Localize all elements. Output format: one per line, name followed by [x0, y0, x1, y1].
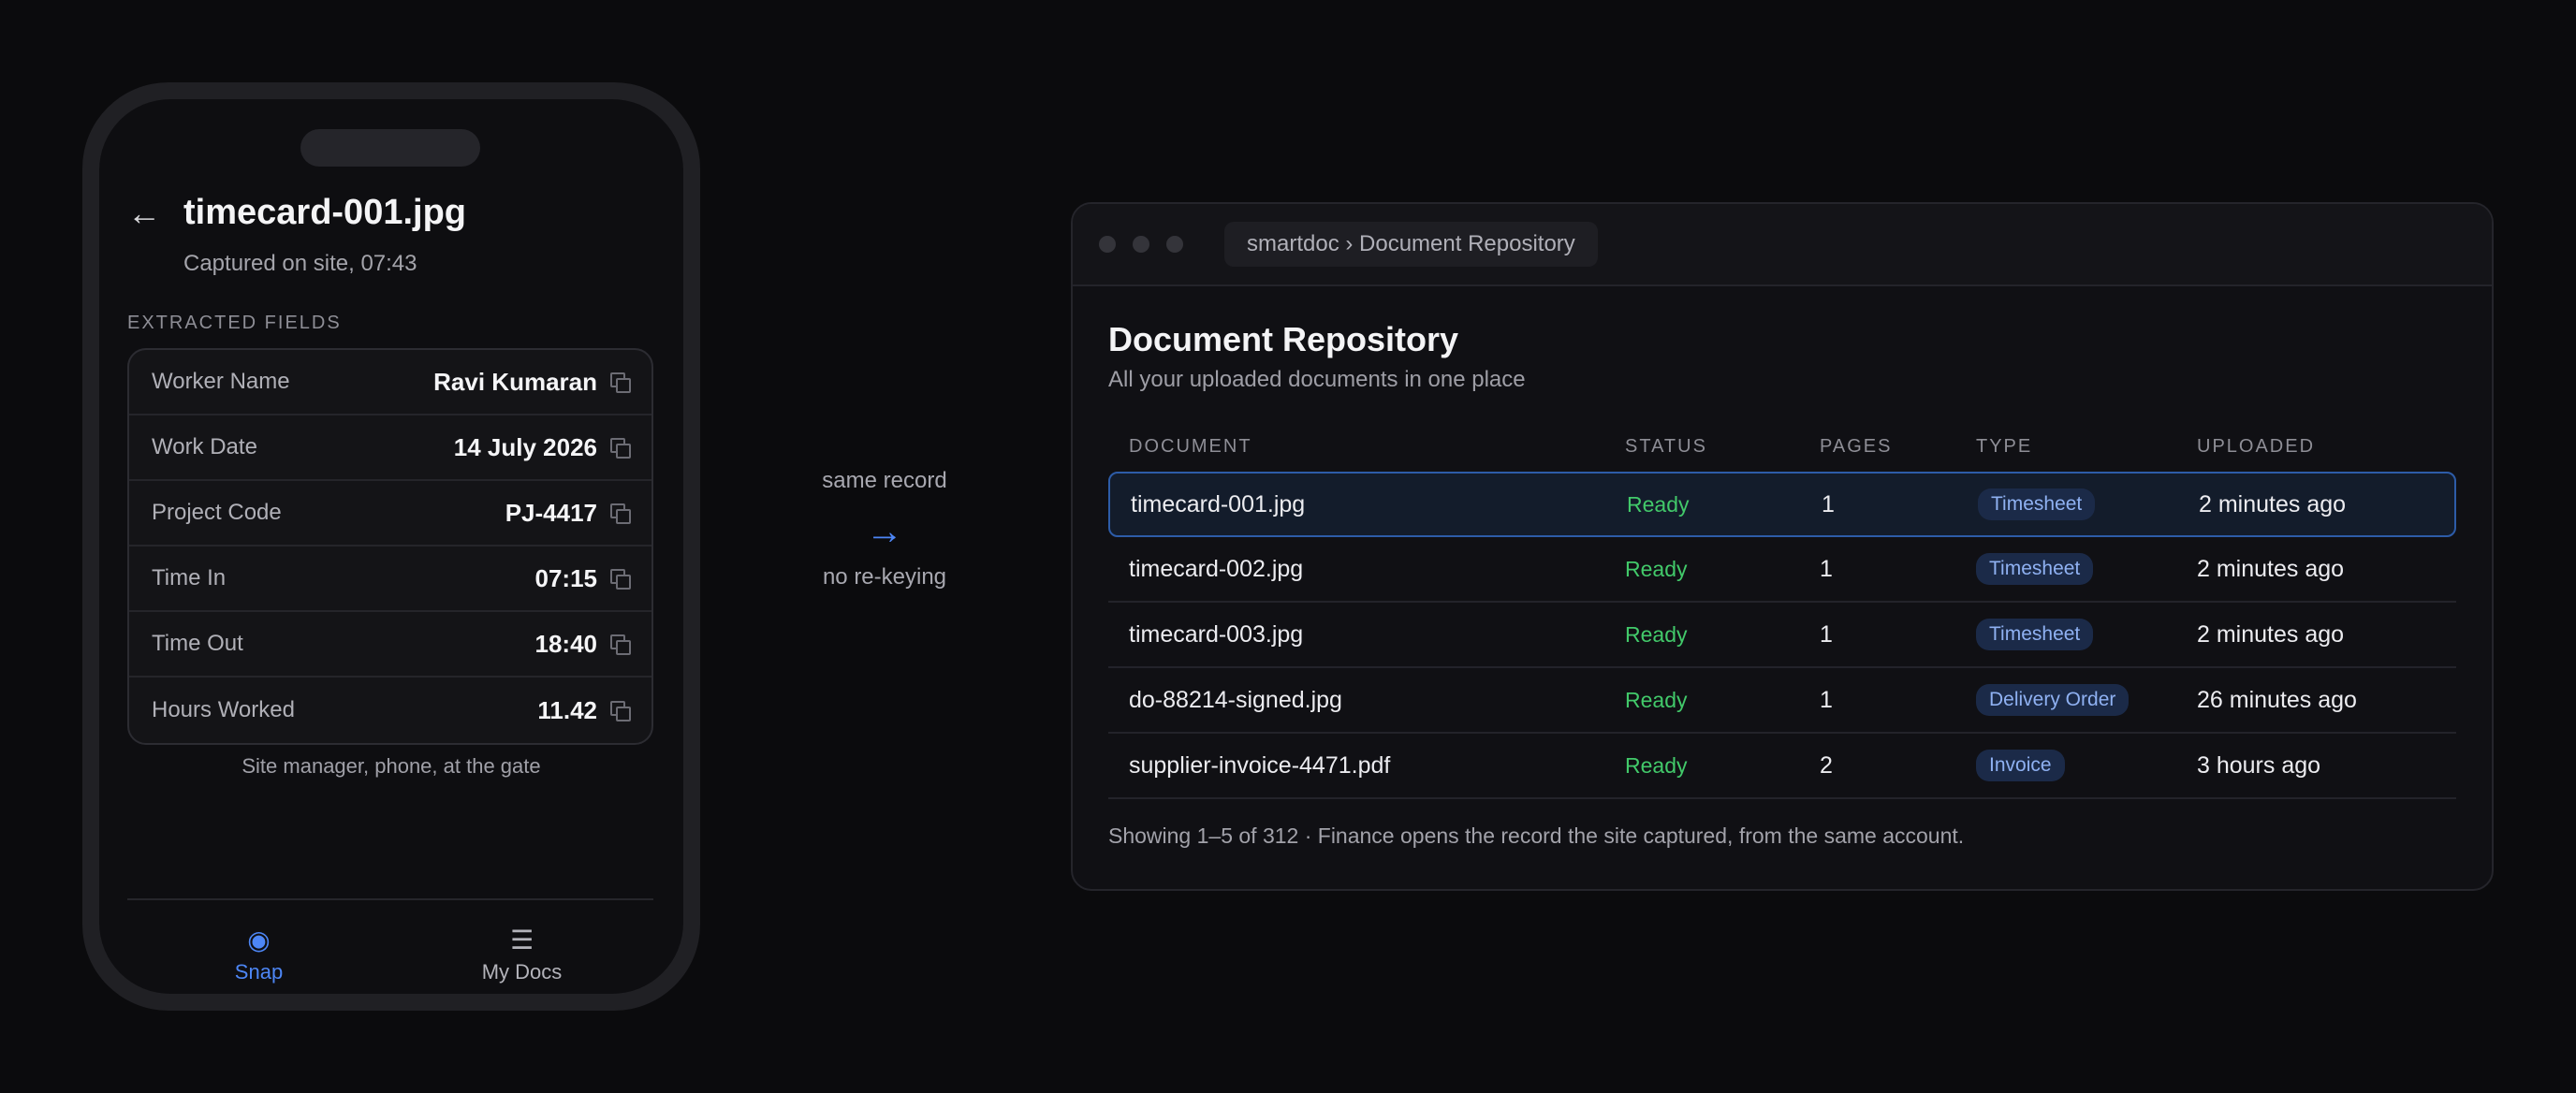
field-value: 07:15	[534, 563, 598, 592]
field-row-time-out: Time Out 18:40	[129, 612, 651, 678]
repository-subtitle: All your uploaded documents in one place	[1108, 367, 1526, 392]
cell-pages: 1	[1820, 555, 1833, 582]
column-header-type[interactable]: TYPE	[1976, 436, 2197, 458]
column-header-status[interactable]: STATUS	[1625, 436, 1820, 458]
extracted-fields-label: EXTRACTED FIELDS	[127, 313, 342, 333]
window-maximize-dot[interactable]	[1166, 236, 1183, 253]
field-value: 18:40	[534, 629, 598, 658]
field-row-worker-name: Worker Name Ravi Kumaran	[129, 350, 651, 415]
table-footer: Showing 1–5 of 312 · Finance opens the r…	[1108, 823, 1965, 848]
column-header-uploaded[interactable]: UPLOADED	[2197, 436, 2436, 458]
window-content: Document Repository All your uploaded do…	[1073, 286, 2492, 849]
window-titlebar: smartdoc › Document Repository	[1073, 204, 2492, 286]
documents-table: DOCUMENT STATUS PAGES TYPE UPLOADED time…	[1108, 421, 2456, 799]
phone-mockup: ← timecard-001.jpg Captured on site, 07:…	[82, 82, 700, 1011]
cell-pages: 1	[1820, 620, 1833, 648]
status-badge: Ready	[1625, 621, 1688, 647]
field-label: Worker Name	[152, 369, 290, 394]
list-icon: ☰	[509, 925, 534, 955]
page-title: timecard-001.jpg	[183, 193, 466, 232]
tab-label: My Docs	[481, 960, 563, 984]
cell-document: timecard-003.jpg	[1129, 620, 1304, 648]
breadcrumb[interactable]: smartdoc › Document Repository	[1224, 222, 1598, 267]
phone-caption: Site manager, phone, at the gate	[242, 754, 541, 778]
status-badge: Ready	[1625, 687, 1688, 712]
status-badge: Ready	[1625, 556, 1688, 581]
table-row[interactable]: do-88214-signed.jpg Ready 1 Delivery Ord…	[1108, 668, 2456, 734]
cell-pages: 1	[1820, 686, 1833, 713]
window-close-dot[interactable]	[1099, 236, 1116, 253]
tab-label: Snap	[234, 960, 284, 984]
camera-icon: ◉	[247, 925, 271, 955]
phone-header: ← timecard-001.jpg	[127, 193, 466, 233]
cell-uploaded: 2 minutes ago	[2197, 555, 2345, 582]
field-label: Project Code	[152, 500, 282, 525]
tab-snap[interactable]: ◉ Snap	[194, 925, 325, 984]
repository-title: Document Repository	[1108, 320, 1459, 358]
cell-uploaded: 3 hours ago	[2197, 751, 2321, 779]
copy-icon[interactable]	[610, 701, 631, 721]
copy-icon[interactable]	[610, 372, 631, 393]
field-value: Ravi Kumaran	[433, 367, 597, 396]
type-badge: Timesheet	[1976, 553, 2094, 585]
copy-icon[interactable]	[610, 634, 631, 655]
status-badge: Ready	[1627, 491, 1690, 517]
arrow-right-icon: →	[866, 511, 903, 552]
connector-bottom-label: no re-keying	[822, 564, 947, 590]
bottom-tab-bar: ◉ Snap ☰ My Docs	[127, 898, 653, 984]
capture-subtitle: Captured on site, 07:43	[183, 251, 417, 276]
type-badge: Timesheet	[1976, 619, 2094, 650]
cell-uploaded: 2 minutes ago	[2197, 620, 2345, 648]
copy-icon[interactable]	[610, 438, 631, 459]
field-label: Hours Worked	[152, 697, 295, 722]
tab-my-docs[interactable]: ☰ My Docs	[457, 925, 588, 984]
field-row-project-code: Project Code PJ-4417	[129, 481, 651, 546]
back-arrow-icon[interactable]: ←	[127, 194, 183, 233]
column-header-pages[interactable]: PAGES	[1820, 436, 1976, 458]
cell-document: supplier-invoice-4471.pdf	[1129, 751, 1391, 779]
field-value: PJ-4417	[505, 498, 597, 527]
field-label: Work Date	[152, 434, 257, 459]
field-row-work-date: Work Date 14 July 2026	[129, 415, 651, 481]
cell-pages: 2	[1820, 751, 1833, 779]
phone-notch	[300, 129, 480, 167]
flow-connector: same record → no re-keying	[805, 468, 964, 590]
table-row[interactable]: timecard-001.jpg Ready 1 Timesheet 2 min…	[1108, 472, 2456, 537]
type-badge: Invoice	[1976, 750, 2065, 781]
field-row-time-in: Time In 07:15	[129, 546, 651, 612]
cell-document: timecard-002.jpg	[1129, 555, 1304, 582]
table-row[interactable]: timecard-003.jpg Ready 1 Timesheet 2 min…	[1108, 603, 2456, 668]
status-badge: Ready	[1625, 752, 1688, 778]
field-value: 11.42	[537, 695, 597, 724]
table-row[interactable]: timecard-002.jpg Ready 1 Timesheet 2 min…	[1108, 537, 2456, 603]
field-label: Time In	[152, 565, 227, 590]
cell-uploaded: 2 minutes ago	[2199, 490, 2347, 517]
field-label: Time Out	[152, 631, 243, 656]
type-badge: Timesheet	[1978, 488, 2096, 520]
type-badge: Delivery Order	[1976, 684, 2130, 716]
extracted-fields-list: Worker Name Ravi Kumaran Work Date 14 Ju…	[127, 348, 653, 745]
cell-uploaded: 26 minutes ago	[2197, 686, 2357, 713]
cell-document: do-88214-signed.jpg	[1129, 686, 1342, 713]
connector-top-label: same record	[822, 468, 947, 493]
column-header-document[interactable]: DOCUMENT	[1129, 436, 1625, 458]
window-minimize-dot[interactable]	[1133, 236, 1149, 253]
copy-icon[interactable]	[610, 503, 631, 524]
cell-pages: 1	[1822, 490, 1835, 517]
field-value: 14 July 2026	[453, 432, 597, 461]
field-row-hours-worked: Hours Worked 11.42	[129, 678, 651, 743]
table-header: DOCUMENT STATUS PAGES TYPE UPLOADED	[1108, 421, 2456, 472]
browser-window: smartdoc › Document Repository Document …	[1071, 202, 2494, 891]
cell-document: timecard-001.jpg	[1131, 490, 1306, 517]
copy-icon[interactable]	[610, 569, 631, 590]
phone-screen: ← timecard-001.jpg Captured on site, 07:…	[99, 99, 683, 994]
table-row[interactable]: supplier-invoice-4471.pdf Ready 2 Invoic…	[1108, 734, 2456, 799]
